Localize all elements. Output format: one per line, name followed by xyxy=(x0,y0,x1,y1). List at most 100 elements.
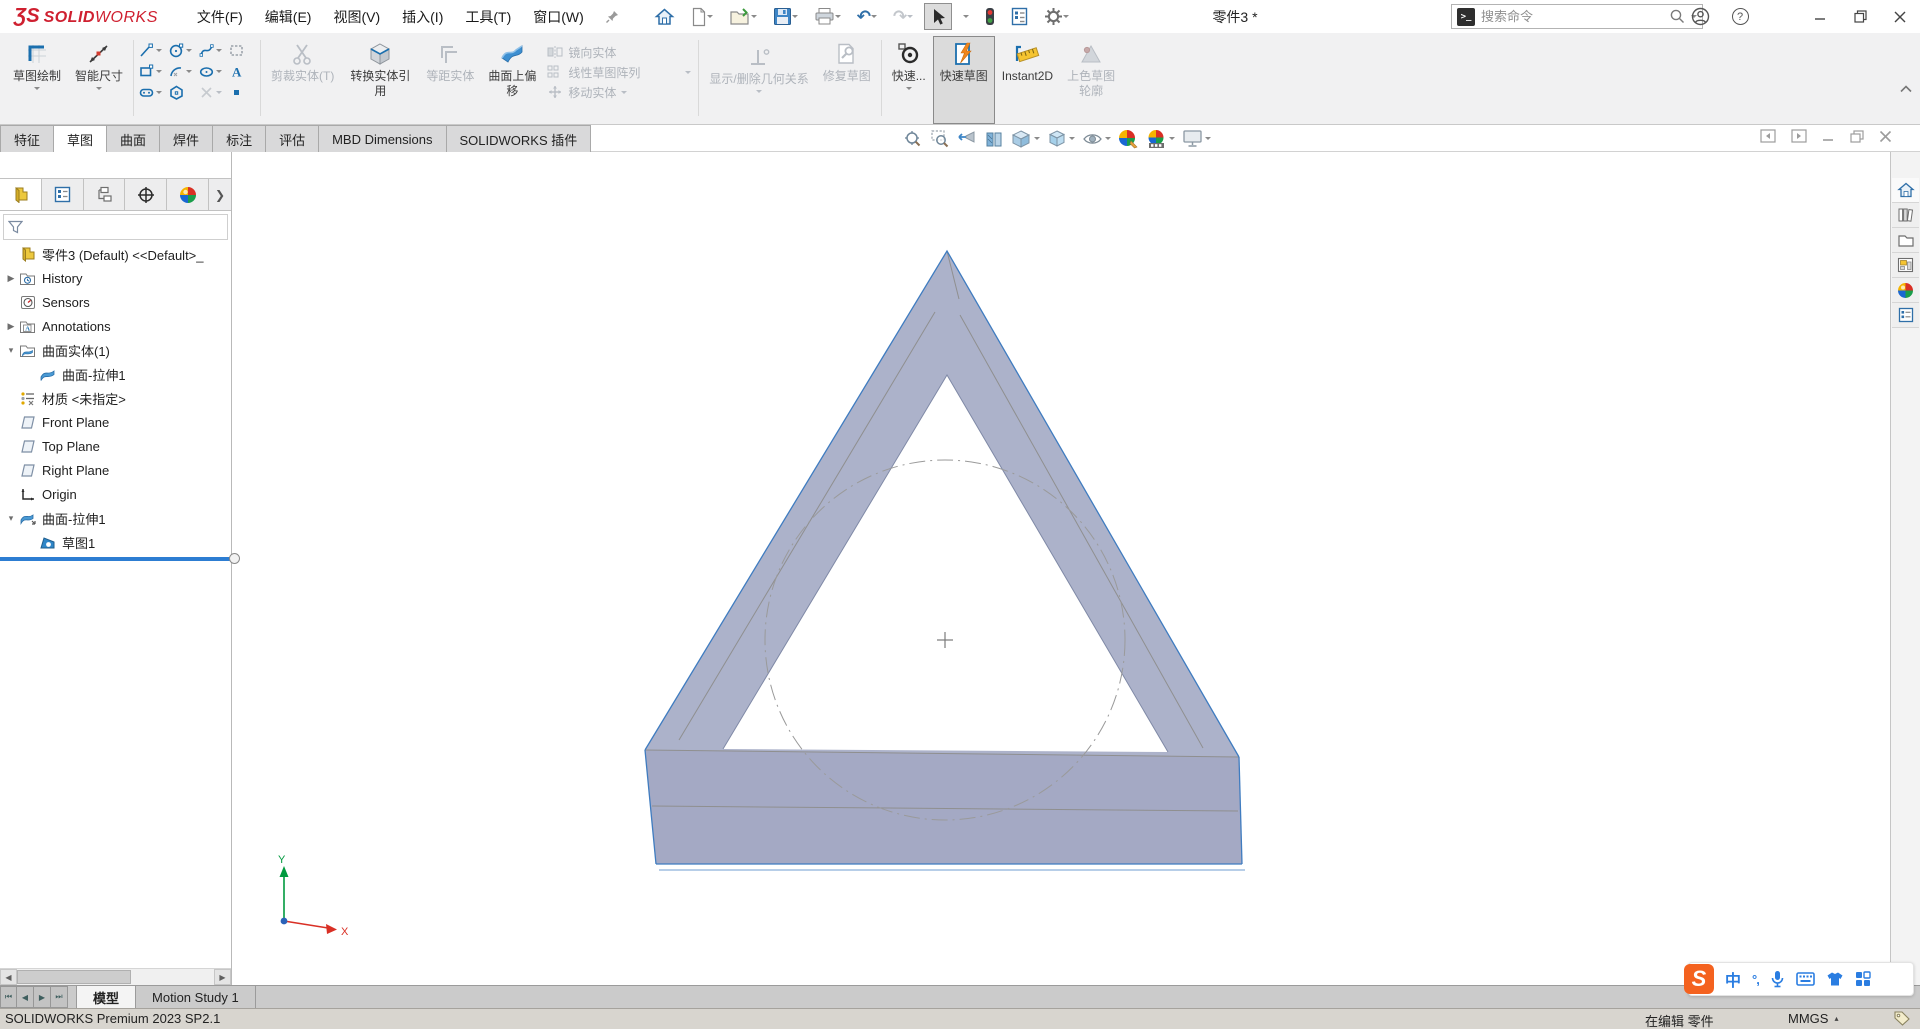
view-palette-button[interactable] xyxy=(1892,253,1919,278)
tree-item-sketch1[interactable]: 草图1 xyxy=(0,530,231,554)
menu-tools[interactable]: 工具(T) xyxy=(454,0,522,33)
zoom-to-fit-button[interactable] xyxy=(903,129,923,149)
tab-annotate[interactable]: 标注 xyxy=(213,125,266,152)
edit-appearance-button[interactable] xyxy=(1118,129,1139,149)
view-orientation-button[interactable] xyxy=(1011,129,1040,149)
menu-file[interactable]: 文件(F) xyxy=(186,0,254,33)
slot-dropdown[interactable] xyxy=(156,91,162,94)
last-tab-button[interactable]: ⏭ xyxy=(51,986,68,1008)
home-button[interactable] xyxy=(649,3,680,30)
tree-item-surface-extrude-body[interactable]: 曲面-拉伸1 xyxy=(0,362,231,386)
rectangle-dropdown[interactable] xyxy=(156,70,162,73)
scroll-right-button[interactable]: ▶ xyxy=(214,969,231,985)
user-account-button[interactable] xyxy=(1680,0,1720,33)
status-tag-button[interactable] xyxy=(1893,1011,1911,1026)
select-button[interactable] xyxy=(924,3,952,30)
menu-edit[interactable]: 编辑(E) xyxy=(254,0,323,33)
print-dropdown[interactable] xyxy=(835,15,841,18)
custom-properties-button[interactable] xyxy=(1892,303,1919,328)
ime-menu-icon[interactable] xyxy=(1855,971,1871,987)
ime-keyboard-icon[interactable] xyxy=(1796,972,1815,986)
rollback-bar[interactable] xyxy=(0,557,231,561)
circle-dropdown[interactable] xyxy=(186,49,192,52)
collapse-right-pane-icon[interactable] xyxy=(1791,129,1807,143)
tab-solidworks-addins[interactable]: SOLIDWORKS 插件 xyxy=(447,125,592,152)
units-selector[interactable]: MMGS ▴ xyxy=(1788,1011,1838,1026)
tree-root[interactable]: 零件3 (Default) <<Default>_ xyxy=(0,242,231,266)
ime-mic-icon[interactable] xyxy=(1770,970,1785,988)
tab-sketch[interactable]: 草图 xyxy=(54,125,107,153)
instant2d-button[interactable]: Instant2D xyxy=(995,36,1060,124)
undo-dropdown[interactable] xyxy=(871,15,877,18)
sketch-dropdown[interactable] xyxy=(34,87,40,90)
save-dropdown[interactable] xyxy=(792,15,798,18)
quick-snaps-button[interactable]: 快速... xyxy=(885,36,933,124)
tree-item-surface-extrude-feature[interactable]: ▾ 曲面-拉伸1 xyxy=(0,506,231,530)
graphics-viewport[interactable]: Y X xyxy=(232,152,1890,985)
undo-button[interactable]: ↶ xyxy=(852,3,882,30)
view-orientation-dropdown[interactable] xyxy=(1034,137,1040,140)
tree-item-history[interactable]: ▶ History xyxy=(0,266,231,290)
quick-snaps-dropdown[interactable] xyxy=(906,87,912,90)
tree-item-sensors[interactable]: Sensors xyxy=(0,290,231,314)
section-view-button[interactable] xyxy=(984,129,1004,149)
open-dropdown[interactable] xyxy=(751,15,757,18)
redo-button[interactable]: ↷ xyxy=(888,3,918,30)
smart-dimension-dropdown[interactable] xyxy=(96,87,102,90)
line-dropdown[interactable] xyxy=(156,49,162,52)
circle-tool[interactable] xyxy=(167,40,197,61)
display-style-button[interactable] xyxy=(1047,129,1075,149)
doc-restore-icon[interactable] xyxy=(1850,130,1864,143)
first-tab-button[interactable]: ⏮ xyxy=(0,986,17,1008)
menu-window[interactable]: 窗口(W) xyxy=(522,0,595,33)
hide-show-dropdown[interactable] xyxy=(1105,137,1111,140)
help-button[interactable]: ? xyxy=(1720,0,1760,33)
triangle-frame-face[interactable] xyxy=(645,251,1239,757)
select-dropdown-button[interactable] xyxy=(958,3,974,30)
tab-evaluate[interactable]: 评估 xyxy=(266,125,319,152)
property-manager-tab[interactable] xyxy=(42,179,84,210)
file-explorer-button[interactable] xyxy=(1892,228,1919,253)
pin-menu-button[interactable] xyxy=(605,9,620,24)
tab-surfaces[interactable]: 曲面 xyxy=(107,125,160,152)
apply-scene-dropdown[interactable] xyxy=(1169,137,1175,140)
arc-tool[interactable] xyxy=(167,61,197,82)
search-input[interactable] xyxy=(1481,9,1669,24)
scroll-left-button[interactable]: ◀ xyxy=(0,969,17,985)
rollback-handle[interactable] xyxy=(229,553,240,564)
task-pane-home-button[interactable] xyxy=(1892,178,1919,203)
file-properties-button[interactable] xyxy=(1006,3,1033,30)
open-button[interactable] xyxy=(724,3,762,30)
convert-entities-button[interactable]: 转换实体引用 xyxy=(341,36,419,124)
display-style-dropdown[interactable] xyxy=(1069,137,1075,140)
collapse-left-pane-icon[interactable] xyxy=(1760,129,1776,143)
close-button[interactable] xyxy=(1880,0,1920,33)
ribbon-collapse-button[interactable] xyxy=(1900,85,1912,93)
arc-dropdown[interactable] xyxy=(186,70,192,73)
sketch-button[interactable]: 草图绘制 xyxy=(6,36,68,124)
slot-tool[interactable] xyxy=(137,82,167,103)
tree-item-origin[interactable]: Origin xyxy=(0,482,231,506)
tree-item-surface-bodies[interactable]: ▾ 曲面实体(1) xyxy=(0,338,231,362)
doc-close-icon[interactable] xyxy=(1879,130,1892,143)
tree-item-annotations[interactable]: ▶ A Annotations xyxy=(0,314,231,338)
design-library-button[interactable] xyxy=(1892,203,1919,228)
options-button[interactable] xyxy=(1039,3,1074,30)
tree-item-top-plane[interactable]: Top Plane xyxy=(0,434,231,458)
tab-weldments[interactable]: 焊件 xyxy=(160,125,213,152)
scroll-track[interactable] xyxy=(17,969,214,985)
line-tool[interactable] xyxy=(137,40,167,61)
ime-punctuation-button[interactable]: °, xyxy=(1752,972,1759,987)
command-search[interactable]: >_ xyxy=(1451,4,1703,29)
smart-dimension-button[interactable]: 智能尺寸 xyxy=(68,36,130,124)
sogou-logo[interactable]: S xyxy=(1684,964,1714,994)
ime-mode-button[interactable]: 中 xyxy=(1725,967,1741,991)
tree-item-front-plane[interactable]: Front Plane xyxy=(0,410,231,434)
tree-item-right-plane[interactable]: Right Plane xyxy=(0,458,231,482)
apply-scene-button[interactable] xyxy=(1146,129,1175,149)
tree-filter[interactable] xyxy=(3,214,228,240)
tree-horizontal-scrollbar[interactable]: ◀ ▶ xyxy=(0,968,231,985)
panel-tabs-overflow[interactable]: ❯ xyxy=(209,179,231,210)
menu-view[interactable]: 视图(V) xyxy=(322,0,391,33)
hide-show-items-button[interactable] xyxy=(1082,129,1111,149)
